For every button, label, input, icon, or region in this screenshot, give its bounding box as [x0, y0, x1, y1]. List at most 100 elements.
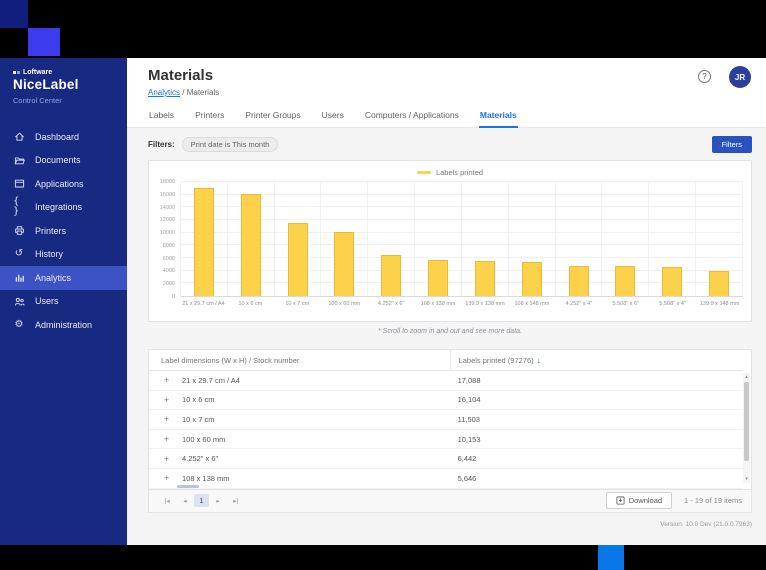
first-page-button[interactable]: |◂: [158, 495, 176, 507]
bar-108-x-138-mm[interactable]: [428, 260, 449, 296]
expand-row-icon[interactable]: +: [160, 414, 173, 424]
expand-row-icon[interactable]: +: [160, 375, 173, 385]
expand-row-icon[interactable]: +: [160, 454, 173, 464]
horizontal-scrollbar-thumb[interactable]: [177, 484, 199, 488]
folder-icon: [13, 154, 25, 166]
window-icon: [13, 178, 25, 190]
chart-plot-area: 0 2000 4000 6000 8000 10000 12000 14000 16000 180…: [155, 179, 745, 310]
table-row[interactable]: + 10 x 6 cm 16,104: [149, 391, 743, 411]
page-number[interactable]: 1: [194, 494, 209, 508]
table-row[interactable]: + 10 x 7 cm 11,503: [149, 410, 743, 430]
sidebar-item-administration[interactable]: ⚙ Administration: [0, 313, 127, 337]
download-button[interactable]: Download: [605, 492, 673, 510]
tab-labels[interactable]: Labels: [148, 106, 175, 127]
prev-page-button[interactable]: ◂: [176, 495, 194, 507]
sidebar-item-integrations[interactable]: { } Integrations: [0, 196, 127, 220]
table-header-row: Label dimensions (W x H) / Stock number …: [149, 350, 743, 371]
x-tick-label: 100 x 60 mm: [328, 301, 361, 307]
scroll-up-icon[interactable]: ▴: [743, 373, 750, 381]
history-icon: ↺: [14, 248, 24, 260]
help-icon[interactable]: ?: [698, 70, 711, 83]
column-labels-printed[interactable]: Labels printed (97276) ↓: [449, 350, 743, 370]
bar-5-508-x-6[interactable]: [615, 266, 636, 296]
sidebar-item-label: Integrations: [35, 202, 83, 213]
users-icon: [13, 295, 25, 307]
scrollbar-thumb[interactable]: [744, 382, 749, 461]
labels-printed-chart: Labels printed 0 2000 4000 6000 8000 10000 120…: [148, 160, 752, 322]
sidebar-item-printers[interactable]: Printers: [0, 219, 127, 243]
tab-computers-applications[interactable]: Computers / Applications: [364, 106, 460, 127]
tab-materials[interactable]: Materials: [478, 106, 518, 128]
sidebar: Loftware NiceLabel Control Center Dashbo…: [0, 58, 127, 545]
app-window: Loftware NiceLabel Control Center Dashbo…: [0, 58, 766, 545]
last-page-button[interactable]: ▸|: [227, 495, 245, 507]
table-row[interactable]: + 21 x 29.7 cm / A4 17,088: [149, 371, 743, 391]
table-row[interactable]: + 4.252" x 6" 6,442: [149, 449, 743, 469]
row-dimensions: 10 x 7 cm: [182, 414, 215, 424]
download-icon: [616, 496, 625, 505]
y-tick-label: 16000: [159, 191, 175, 198]
tab-printer-groups[interactable]: Printer Groups: [244, 106, 301, 127]
row-labels-printed: 6,442: [457, 454, 477, 464]
filters-button[interactable]: Filters: [711, 136, 752, 153]
bar-4-252-x-4[interactable]: [568, 265, 589, 296]
bar-10-x-6-cm[interactable]: [240, 194, 261, 296]
printer-icon: [13, 225, 25, 237]
expand-row-icon[interactable]: +: [160, 473, 173, 483]
sidebar-item-label: Applications: [35, 178, 84, 189]
table-row[interactable]: + 100 x 60 mm 10,153: [149, 430, 743, 450]
vertical-scrollbar[interactable]: ▴ ▾: [743, 373, 750, 483]
bar-4-252-x-6[interactable]: [381, 255, 402, 296]
sidebar-item-applications[interactable]: Applications: [0, 172, 127, 196]
tab-printers[interactable]: Printers: [194, 106, 225, 127]
bar-139-9-x-138-mm[interactable]: [474, 260, 495, 296]
next-page-button[interactable]: ▸: [209, 495, 227, 507]
x-tick-label: 108 x 138 mm: [420, 301, 456, 307]
expand-row-icon[interactable]: +: [160, 434, 173, 444]
sidebar-item-label: Administration: [35, 319, 93, 330]
y-tick-label: 18000: [159, 179, 175, 185]
sidebar-item-documents[interactable]: Documents: [0, 149, 127, 173]
bar-10-x-7-cm[interactable]: [287, 223, 308, 296]
y-tick-label: 2000: [162, 281, 175, 288]
legend-label: Labels printed: [435, 168, 484, 177]
version-text: Version: 10.0 Dev (21.0.0.7963): [660, 520, 752, 528]
bar-108-x-148-mm[interactable]: [521, 262, 542, 296]
breadcrumb: Analytics / Materials: [148, 88, 752, 97]
y-tick-label: 12000: [159, 217, 175, 224]
row-dimensions: 10 x 6 cm: [182, 395, 215, 405]
bar-slot: [181, 182, 228, 296]
bar-slot: [275, 182, 322, 296]
row-dimensions: 100 x 60 mm: [182, 434, 226, 444]
x-tick-label: 139.9 x 148 mm: [699, 301, 740, 307]
filters-label: Filters:: [148, 140, 175, 149]
breadcrumb-analytics-link[interactable]: Analytics: [148, 88, 180, 97]
sidebar-item-users[interactable]: Users: [0, 290, 127, 314]
y-tick-label: 14000: [159, 204, 175, 211]
sort-desc-icon[interactable]: ↓: [537, 356, 541, 365]
table-row[interactable]: + 108 x 138 mm 5,646: [149, 469, 743, 489]
bar-21-x-29-7-cm-a4[interactable]: [193, 187, 214, 296]
sidebar-item-analytics[interactable]: Analytics: [0, 266, 127, 290]
column-label-dimensions[interactable]: Label dimensions (W x H) / Stock number: [149, 356, 450, 365]
bar-100-x-60-mm[interactable]: [334, 231, 355, 296]
x-tick-label: 4.252" x 4": [565, 301, 593, 307]
filter-chip-print-date[interactable]: Print date is This month: [181, 137, 279, 152]
sidebar-item-dashboard[interactable]: Dashboard: [0, 125, 127, 149]
row-labels-printed: 11,503: [457, 414, 480, 424]
breadcrumb-current: Materials: [186, 88, 220, 97]
main-area: Materials Analytics / Materials ? JR Lab…: [127, 58, 766, 545]
bar-139-9-x-148-mm[interactable]: [709, 271, 730, 296]
tab-users[interactable]: Users: [321, 106, 345, 127]
screenshot-canvas: Loftware NiceLabel Control Center Dashbo…: [0, 0, 766, 570]
bar-slot: [462, 182, 509, 296]
expand-row-icon[interactable]: +: [160, 395, 173, 405]
scroll-down-icon[interactable]: ▾: [743, 475, 750, 483]
sidebar-item-history[interactable]: ↺ History: [0, 243, 127, 267]
bar-5-508-x-4[interactable]: [662, 266, 683, 296]
x-tick-label: 10 x 6 cm: [238, 301, 263, 307]
brand-product: NiceLabel: [13, 77, 79, 92]
tab-bar: Labels Printers Printer Groups Users Compute…: [127, 106, 766, 128]
avatar[interactable]: JR: [729, 66, 751, 88]
analytics-icon: [13, 272, 25, 284]
